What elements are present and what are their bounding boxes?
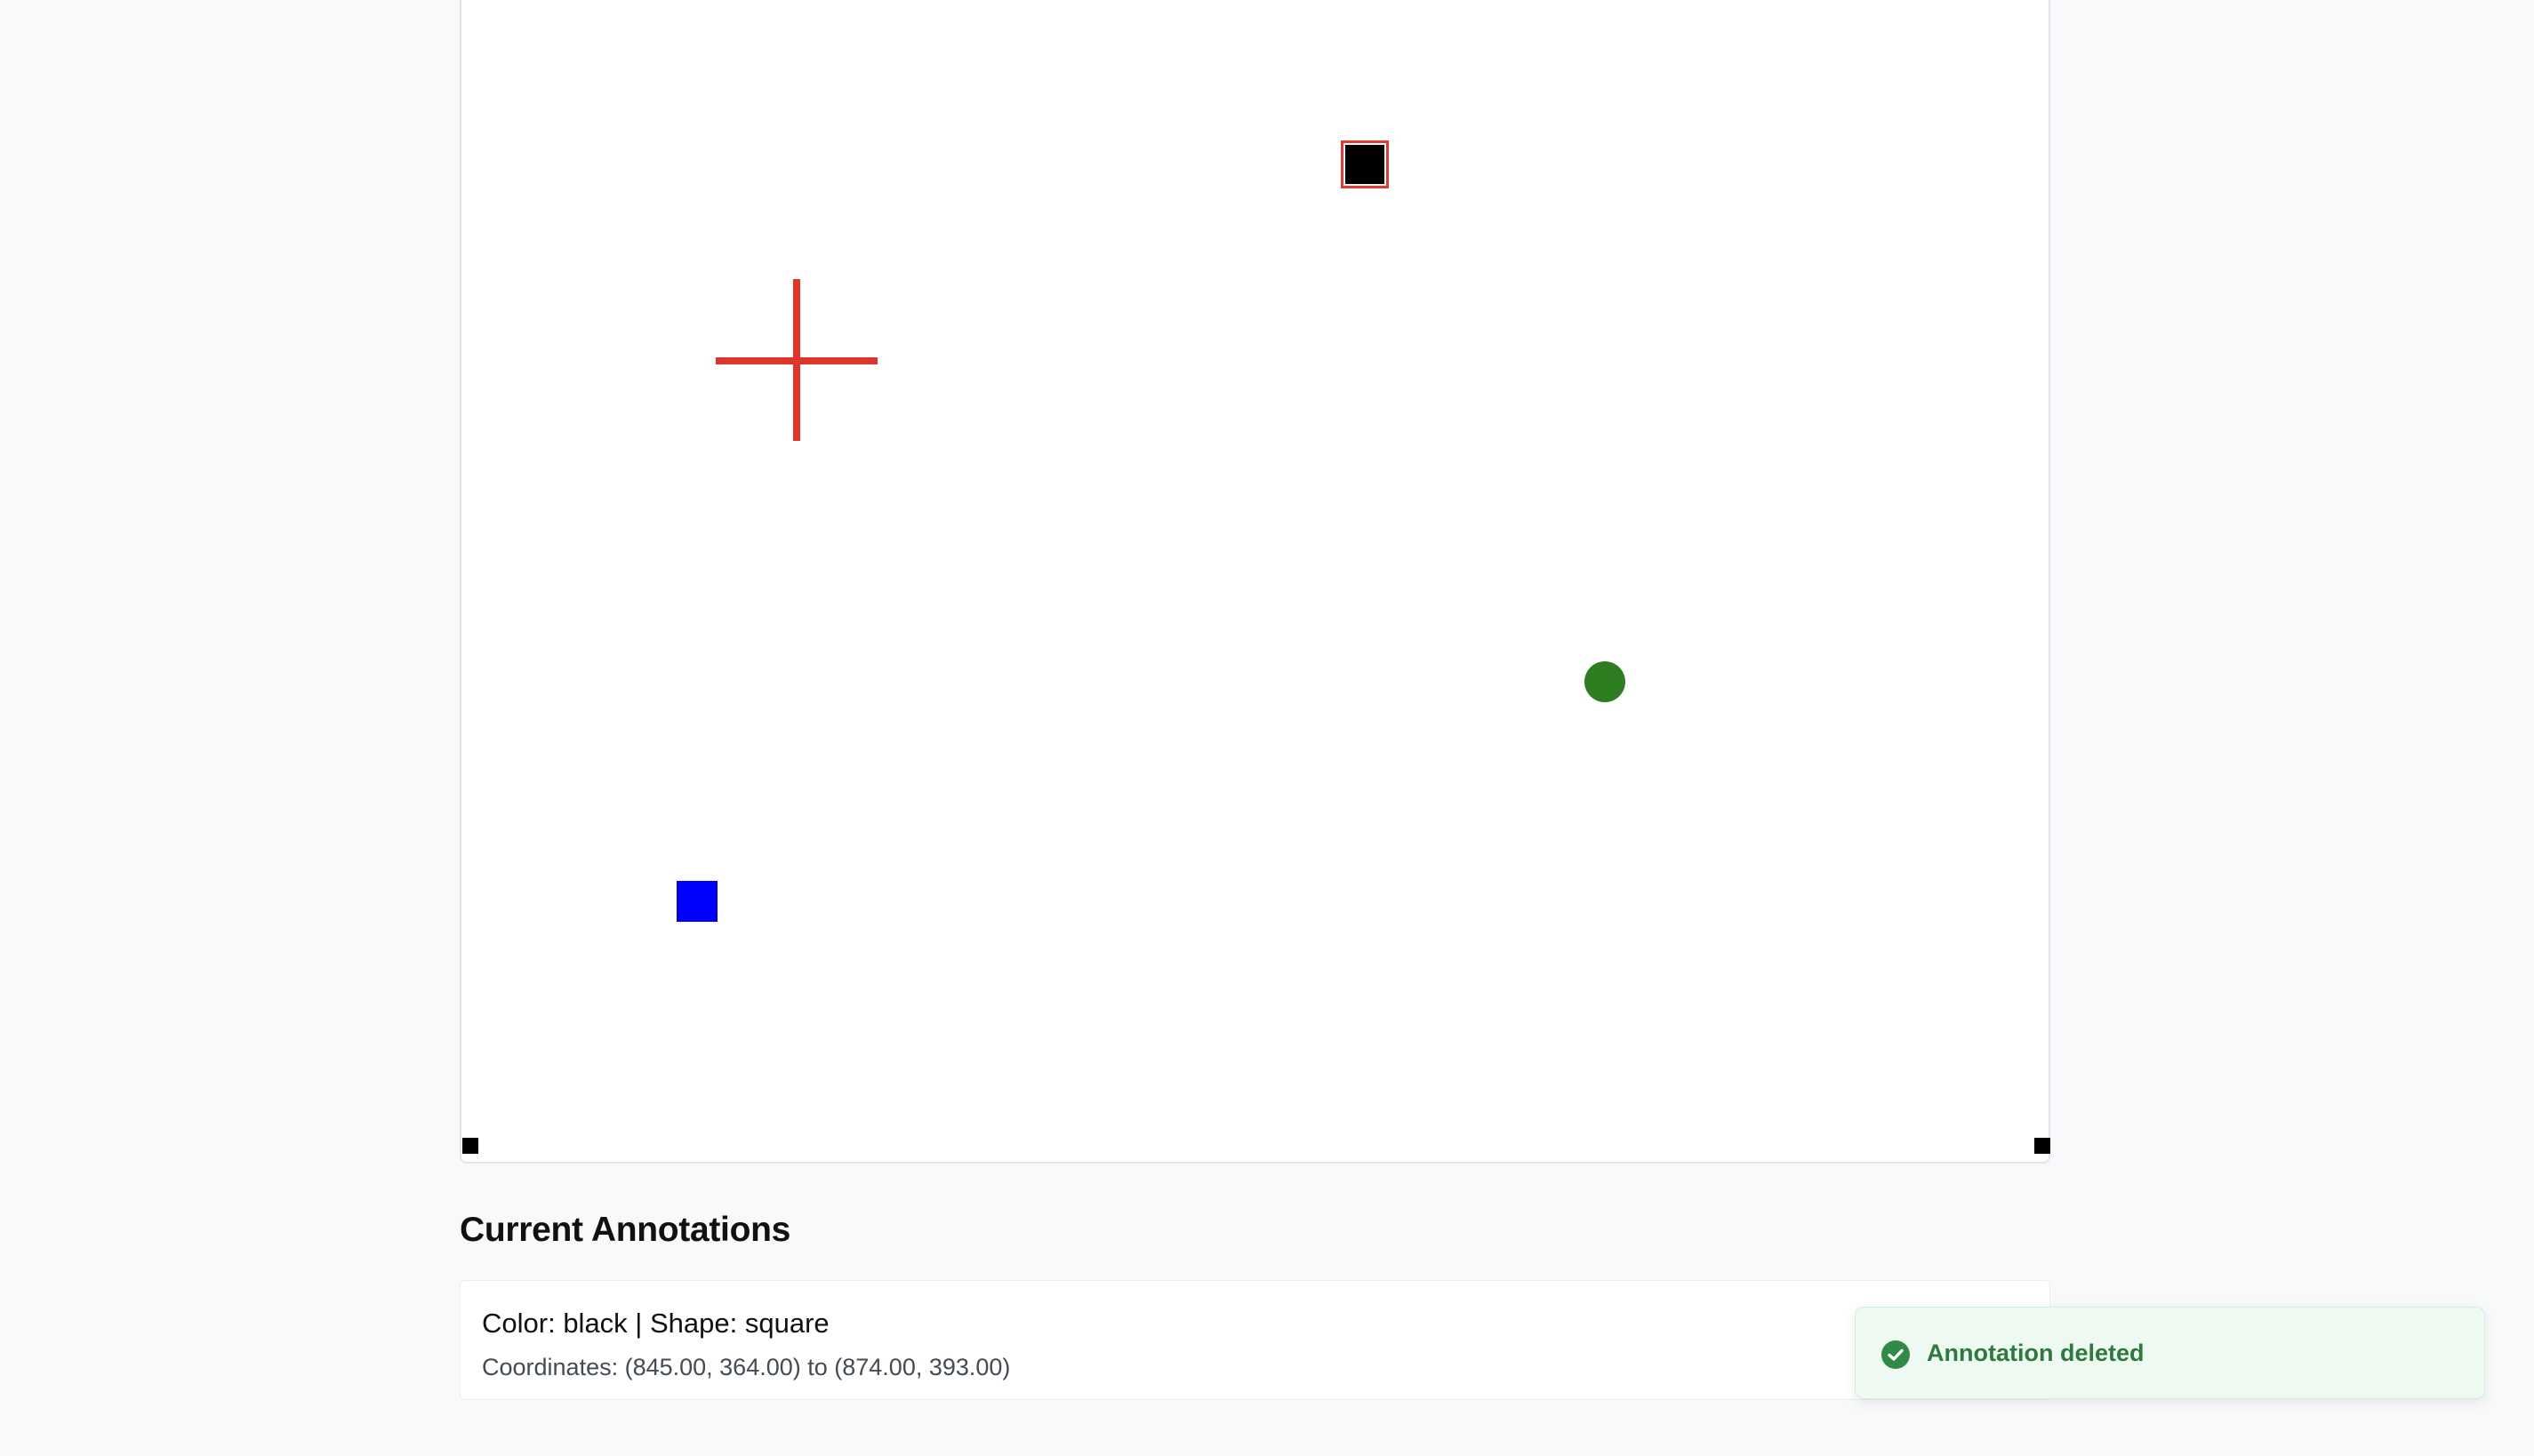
toast-notification: Annotation deleted	[1855, 1307, 2485, 1399]
annotation-blue-square[interactable]	[677, 881, 718, 922]
color-label: Color:	[482, 1308, 564, 1339]
annotation-canvas[interactable]	[460, 0, 2050, 1164]
shape-label: Shape:	[649, 1308, 745, 1339]
check-circle-icon	[1881, 1340, 1910, 1369]
toast-message: Annotation deleted	[1927, 1340, 2145, 1366]
annotation-coordinates: Coordinates: (845.00, 364.00) to (874.00…	[482, 1354, 1011, 1380]
crosshair-cursor	[716, 279, 878, 441]
color-value: black	[563, 1308, 628, 1339]
annotation-green-circle[interactable]	[1584, 661, 1625, 702]
annotations-heading: Current Annotations	[460, 1211, 790, 1249]
resize-handle-bottom-left[interactable]	[462, 1138, 478, 1154]
crosshair-vertical	[793, 279, 800, 441]
resize-handle-bottom-right[interactable]	[2034, 1138, 2050, 1154]
annotation-black-square[interactable]	[1341, 140, 1389, 188]
annotation-list-item[interactable]: Color: black | Shape: square Coordinates…	[460, 1280, 2050, 1400]
annotation-summary: Color: black | Shape: square	[482, 1308, 830, 1340]
shape-value: square	[744, 1308, 830, 1339]
separator: |	[627, 1308, 650, 1339]
